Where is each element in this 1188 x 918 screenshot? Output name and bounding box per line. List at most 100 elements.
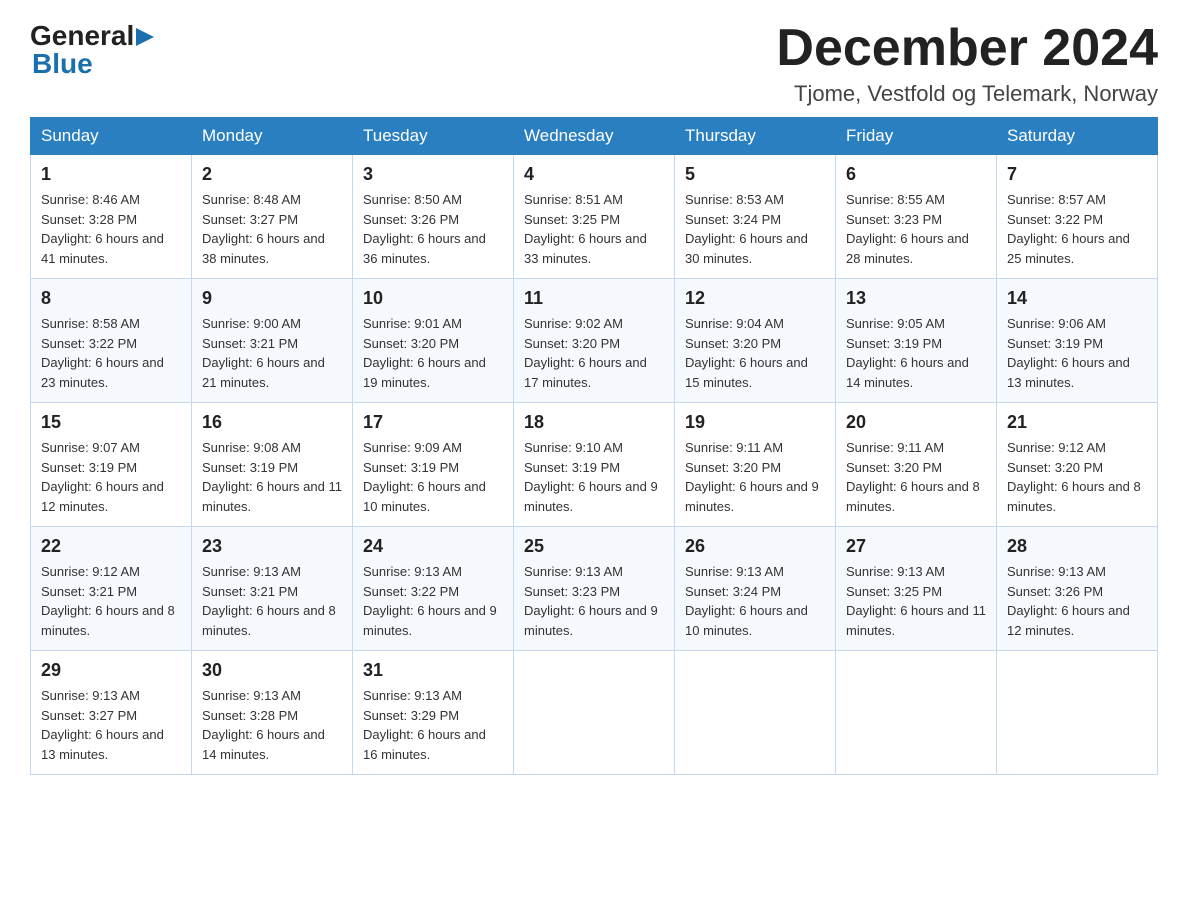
sunrise-text: Sunrise: 9:13 AM (202, 564, 301, 579)
sunset-text: Sunset: 3:29 PM (363, 708, 459, 723)
day-number: 30 (202, 657, 342, 684)
title-section: December 2024 Tjome, Vestfold og Telemar… (776, 20, 1158, 107)
calendar-cell: 19 Sunrise: 9:11 AM Sunset: 3:20 PM Dayl… (675, 403, 836, 527)
calendar-cell: 9 Sunrise: 9:00 AM Sunset: 3:21 PM Dayli… (192, 279, 353, 403)
day-number: 11 (524, 285, 664, 312)
sunset-text: Sunset: 3:20 PM (1007, 460, 1103, 475)
sunset-text: Sunset: 3:23 PM (846, 212, 942, 227)
calendar-cell: 31 Sunrise: 9:13 AM Sunset: 3:29 PM Dayl… (353, 651, 514, 775)
page-header: General Blue December 2024 Tjome, Vestfo… (30, 20, 1158, 107)
calendar-cell: 18 Sunrise: 9:10 AM Sunset: 3:19 PM Dayl… (514, 403, 675, 527)
col-saturday: Saturday (997, 118, 1158, 155)
calendar-cell: 29 Sunrise: 9:13 AM Sunset: 3:27 PM Dayl… (31, 651, 192, 775)
daylight-text: Daylight: 6 hours and 28 minutes. (846, 231, 969, 266)
sunset-text: Sunset: 3:23 PM (524, 584, 620, 599)
sunrise-text: Sunrise: 8:48 AM (202, 192, 301, 207)
calendar-week-row-5: 29 Sunrise: 9:13 AM Sunset: 3:27 PM Dayl… (31, 651, 1158, 775)
sunset-text: Sunset: 3:19 PM (363, 460, 459, 475)
calendar-cell (997, 651, 1158, 775)
calendar-cell: 1 Sunrise: 8:46 AM Sunset: 3:28 PM Dayli… (31, 155, 192, 279)
sunset-text: Sunset: 3:26 PM (1007, 584, 1103, 599)
day-number: 3 (363, 161, 503, 188)
sunrise-text: Sunrise: 8:50 AM (363, 192, 462, 207)
sunrise-text: Sunrise: 9:11 AM (685, 440, 783, 455)
col-sunday: Sunday (31, 118, 192, 155)
day-number: 27 (846, 533, 986, 560)
calendar-week-row-4: 22 Sunrise: 9:12 AM Sunset: 3:21 PM Dayl… (31, 527, 1158, 651)
daylight-text: Daylight: 6 hours and 23 minutes. (41, 355, 164, 390)
col-tuesday: Tuesday (353, 118, 514, 155)
daylight-text: Daylight: 6 hours and 36 minutes. (363, 231, 486, 266)
daylight-text: Daylight: 6 hours and 9 minutes. (363, 603, 497, 638)
day-number: 7 (1007, 161, 1147, 188)
day-number: 19 (685, 409, 825, 436)
sunrise-text: Sunrise: 9:13 AM (41, 688, 140, 703)
sunrise-text: Sunrise: 9:13 AM (363, 564, 462, 579)
logo-blue-text: Blue (30, 48, 93, 80)
daylight-text: Daylight: 6 hours and 14 minutes. (846, 355, 969, 390)
sunrise-text: Sunrise: 8:55 AM (846, 192, 945, 207)
calendar-table: Sunday Monday Tuesday Wednesday Thursday… (30, 117, 1158, 775)
sunrise-text: Sunrise: 9:08 AM (202, 440, 301, 455)
daylight-text: Daylight: 6 hours and 14 minutes. (202, 727, 325, 762)
sunset-text: Sunset: 3:21 PM (41, 584, 137, 599)
sunrise-text: Sunrise: 9:13 AM (1007, 564, 1106, 579)
logo-triangle-icon (136, 28, 154, 46)
calendar-cell: 21 Sunrise: 9:12 AM Sunset: 3:20 PM Dayl… (997, 403, 1158, 527)
sunset-text: Sunset: 3:24 PM (685, 584, 781, 599)
day-number: 2 (202, 161, 342, 188)
calendar-week-row-1: 1 Sunrise: 8:46 AM Sunset: 3:28 PM Dayli… (31, 155, 1158, 279)
daylight-text: Daylight: 6 hours and 13 minutes. (1007, 355, 1130, 390)
calendar-cell: 2 Sunrise: 8:48 AM Sunset: 3:27 PM Dayli… (192, 155, 353, 279)
calendar-cell: 20 Sunrise: 9:11 AM Sunset: 3:20 PM Dayl… (836, 403, 997, 527)
calendar-cell: 15 Sunrise: 9:07 AM Sunset: 3:19 PM Dayl… (31, 403, 192, 527)
daylight-text: Daylight: 6 hours and 25 minutes. (1007, 231, 1130, 266)
daylight-text: Daylight: 6 hours and 9 minutes. (524, 479, 658, 514)
sunset-text: Sunset: 3:22 PM (1007, 212, 1103, 227)
sunset-text: Sunset: 3:28 PM (41, 212, 137, 227)
day-number: 26 (685, 533, 825, 560)
sunrise-text: Sunrise: 9:13 AM (524, 564, 623, 579)
calendar-cell: 10 Sunrise: 9:01 AM Sunset: 3:20 PM Dayl… (353, 279, 514, 403)
daylight-text: Daylight: 6 hours and 38 minutes. (202, 231, 325, 266)
calendar-cell: 30 Sunrise: 9:13 AM Sunset: 3:28 PM Dayl… (192, 651, 353, 775)
day-number: 18 (524, 409, 664, 436)
sunrise-text: Sunrise: 9:00 AM (202, 316, 301, 331)
daylight-text: Daylight: 6 hours and 30 minutes. (685, 231, 808, 266)
col-monday: Monday (192, 118, 353, 155)
sunset-text: Sunset: 3:28 PM (202, 708, 298, 723)
sunrise-text: Sunrise: 8:58 AM (41, 316, 140, 331)
daylight-text: Daylight: 6 hours and 8 minutes. (1007, 479, 1141, 514)
sunset-text: Sunset: 3:24 PM (685, 212, 781, 227)
sunset-text: Sunset: 3:27 PM (41, 708, 137, 723)
daylight-text: Daylight: 6 hours and 15 minutes. (685, 355, 808, 390)
sunset-text: Sunset: 3:21 PM (202, 584, 298, 599)
daylight-text: Daylight: 6 hours and 9 minutes. (524, 603, 658, 638)
day-number: 8 (41, 285, 181, 312)
day-number: 25 (524, 533, 664, 560)
sunset-text: Sunset: 3:19 PM (846, 336, 942, 351)
calendar-cell: 22 Sunrise: 9:12 AM Sunset: 3:21 PM Dayl… (31, 527, 192, 651)
day-number: 5 (685, 161, 825, 188)
sunset-text: Sunset: 3:20 PM (685, 336, 781, 351)
sunrise-text: Sunrise: 9:11 AM (846, 440, 944, 455)
sunset-text: Sunset: 3:20 PM (685, 460, 781, 475)
daylight-text: Daylight: 6 hours and 12 minutes. (41, 479, 164, 514)
sunrise-text: Sunrise: 9:13 AM (685, 564, 784, 579)
calendar-cell (675, 651, 836, 775)
daylight-text: Daylight: 6 hours and 17 minutes. (524, 355, 647, 390)
sunrise-text: Sunrise: 9:02 AM (524, 316, 623, 331)
calendar-cell: 17 Sunrise: 9:09 AM Sunset: 3:19 PM Dayl… (353, 403, 514, 527)
calendar-cell (514, 651, 675, 775)
sunset-text: Sunset: 3:25 PM (524, 212, 620, 227)
daylight-text: Daylight: 6 hours and 12 minutes. (1007, 603, 1130, 638)
daylight-text: Daylight: 6 hours and 9 minutes. (685, 479, 819, 514)
day-number: 4 (524, 161, 664, 188)
sunset-text: Sunset: 3:19 PM (524, 460, 620, 475)
day-number: 15 (41, 409, 181, 436)
daylight-text: Daylight: 6 hours and 10 minutes. (685, 603, 808, 638)
calendar-cell: 26 Sunrise: 9:13 AM Sunset: 3:24 PM Dayl… (675, 527, 836, 651)
daylight-text: Daylight: 6 hours and 8 minutes. (41, 603, 175, 638)
sunrise-text: Sunrise: 9:13 AM (202, 688, 301, 703)
calendar-cell (836, 651, 997, 775)
